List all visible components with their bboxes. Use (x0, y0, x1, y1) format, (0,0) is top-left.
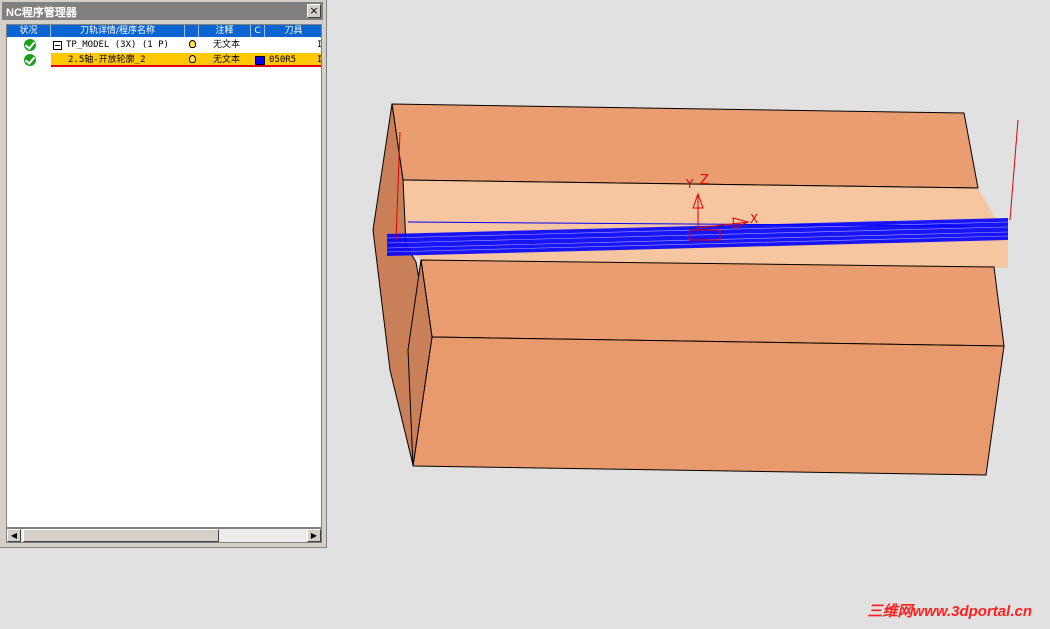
lightbulb-icon[interactable] (189, 40, 196, 48)
trailing-marker: I (317, 40, 322, 50)
column-header-c[interactable]: C (251, 25, 265, 37)
tool-color-icon (255, 56, 265, 65)
collapse-icon[interactable] (53, 41, 62, 50)
status-ok-icon (24, 54, 36, 66)
axis-label-x: X (750, 212, 758, 226)
trailing-marker: I (317, 55, 322, 65)
horizontal-scrollbar[interactable]: ◀ ▶ (6, 528, 322, 543)
comment-text: 无文本 (213, 40, 241, 50)
tool-name: 050R5 (269, 55, 297, 65)
scroll-thumb[interactable] (23, 529, 219, 542)
model-view: Y Z X (372, 103, 1019, 476)
nc-program-manager-panel: NC程序管理器 × 状况 刀轨详情/程序名称 注释 C 刀具 TP_MODEL … (0, 0, 327, 548)
toolpath-name: 2.5轴-开放轮廓_2 (68, 55, 146, 65)
close-button[interactable]: × (307, 4, 321, 18)
column-header-comment[interactable]: 注释 (199, 25, 251, 37)
column-header-visibility[interactable] (185, 25, 199, 37)
front-top-face (420, 259, 1005, 347)
program-list: 状况 刀轨详情/程序名称 注释 C 刀具 TP_MODEL (3X) (1 P)… (6, 24, 322, 528)
column-header-tool[interactable]: 刀具 (265, 25, 321, 37)
column-header-name[interactable]: 刀轨详情/程序名称 (51, 25, 185, 37)
scroll-right-button[interactable]: ▶ (307, 529, 321, 542)
scroll-left-button[interactable]: ◀ (7, 529, 21, 542)
panel-title: NC程序管理器 (6, 7, 77, 19)
axis-label-z: Z (700, 173, 709, 188)
table-row[interactable]: TP_MODEL (3X) (1 P) 无文本 I (7, 38, 322, 52)
stock-front-face (412, 336, 1005, 476)
3d-viewport[interactable]: Y Z X (328, 0, 1050, 625)
program-name: TP_MODEL (3X) (1 P) (66, 40, 169, 50)
column-header-status[interactable]: 状况 (7, 25, 51, 37)
panel-titlebar[interactable]: NC程序管理器 × (2, 2, 323, 20)
table-row[interactable]: 2.5轴-开放轮廓_2 无文本 050R5 I (7, 53, 322, 67)
stock-top-face (391, 103, 979, 189)
lightbulb-icon[interactable] (189, 55, 196, 63)
status-ok-icon (24, 39, 36, 51)
comment-text: 无文本 (213, 55, 241, 65)
watermark-text: 三维网www.3dportal.cn (867, 603, 1032, 620)
axis-label-y: Y (685, 177, 694, 191)
